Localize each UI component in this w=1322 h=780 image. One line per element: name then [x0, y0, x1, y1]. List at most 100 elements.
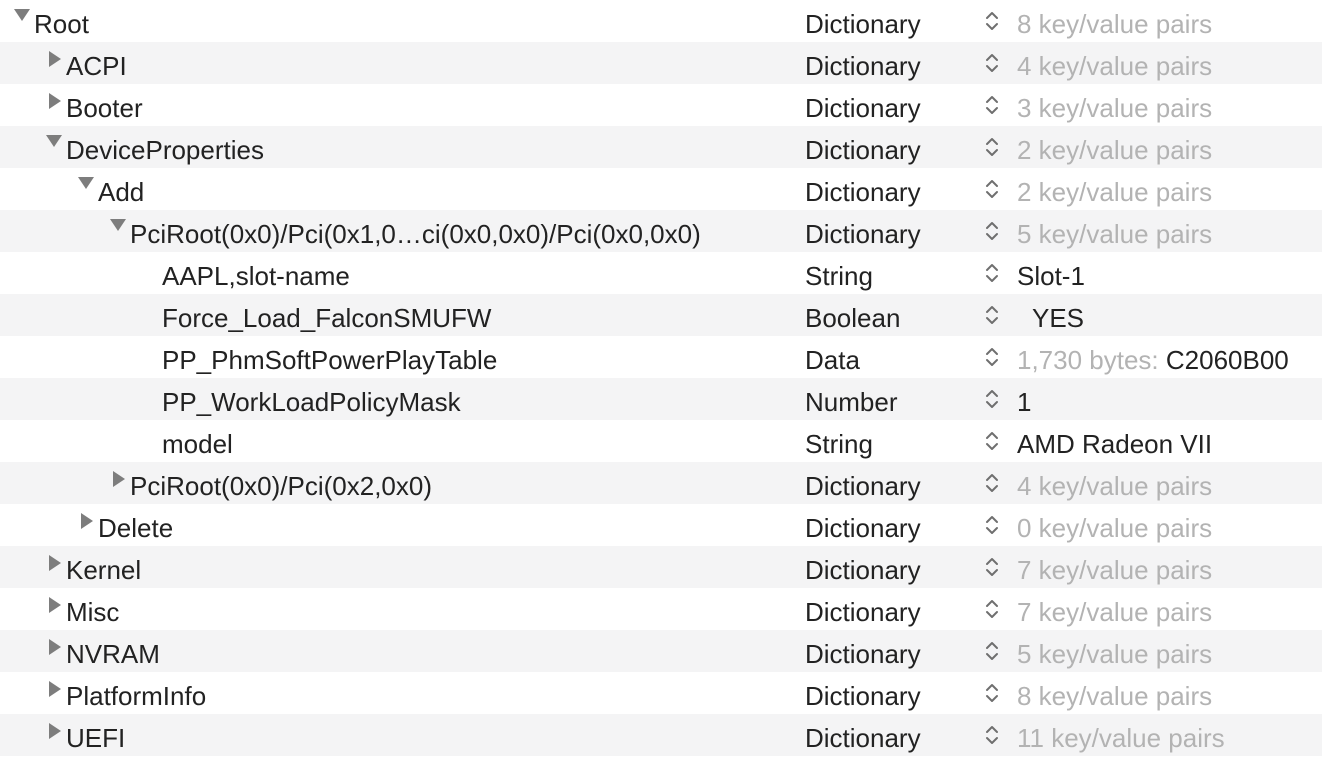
triangle-right-icon[interactable] [44, 723, 62, 747]
key-cell[interactable]: Add [76, 171, 144, 213]
triangle-down-icon[interactable] [12, 9, 30, 33]
type-cell[interactable]: Dictionary [805, 3, 921, 45]
key-cell[interactable]: Misc [44, 591, 119, 633]
plist-row[interactable]: PciRoot(0x0)/Pci(0x1,0…ci(0x0,0x0)/Pci(0… [0, 210, 1322, 252]
value-cell[interactable]: 1 [1017, 381, 1031, 423]
key-cell[interactable]: Kernel [44, 549, 141, 591]
key-cell[interactable]: PciRoot(0x0)/Pci(0x1,0…ci(0x0,0x0)/Pci(0… [108, 213, 701, 255]
plist-row[interactable]: Delete Dictionary 0 key/value pairs [0, 504, 1322, 546]
type-cell[interactable]: Dictionary [805, 465, 921, 507]
up-down-chevron-icon[interactable] [984, 723, 1000, 747]
triangle-down-icon[interactable] [76, 177, 94, 201]
type-cell[interactable]: Data [805, 339, 860, 381]
triangle-right-icon[interactable] [108, 471, 126, 495]
key-cell[interactable]: PP_WorkLoadPolicyMask [162, 381, 461, 423]
up-down-chevron-icon[interactable] [984, 429, 1000, 453]
value-cell[interactable]: 11 key/value pairs [1017, 717, 1225, 759]
up-down-chevron-icon[interactable] [984, 597, 1000, 621]
key-cell[interactable]: PlatformInfo [44, 675, 206, 717]
plist-row[interactable]: Misc Dictionary 7 key/value pairs [0, 588, 1322, 630]
key-cell[interactable]: ACPI [44, 45, 127, 87]
plist-row[interactable]: PP_WorkLoadPolicyMask Number 1 [0, 378, 1322, 420]
plist-row[interactable]: AAPL,slot-name String Slot-1 [0, 252, 1322, 294]
value-cell[interactable]: 4 key/value pairs [1017, 465, 1212, 507]
value-cell[interactable]: Slot-1 [1017, 255, 1085, 297]
up-down-chevron-icon[interactable] [984, 219, 1000, 243]
value-cell[interactable]: 3 key/value pairs [1017, 87, 1212, 129]
plist-row[interactable]: Force_Load_FalconSMUFW Boolean YES [0, 294, 1322, 336]
plist-row[interactable]: PlatformInfo Dictionary 8 key/value pairs [0, 672, 1322, 714]
value-cell[interactable]: 7 key/value pairs [1017, 591, 1212, 633]
triangle-right-icon[interactable] [44, 51, 62, 75]
value-cell[interactable]: 2 key/value pairs [1017, 129, 1212, 171]
plist-row[interactable]: Add Dictionary 2 key/value pairs [0, 168, 1322, 210]
type-cell[interactable]: Dictionary [805, 171, 921, 213]
value-cell[interactable]: 4 key/value pairs [1017, 45, 1212, 87]
plist-row[interactable]: Booter Dictionary 3 key/value pairs [0, 84, 1322, 126]
type-cell[interactable]: Number [805, 381, 897, 423]
value-cell[interactable]: 1,730 bytes: C2060B00 [1017, 339, 1289, 381]
type-cell[interactable]: Boolean [805, 297, 900, 339]
triangle-down-icon[interactable] [44, 135, 62, 159]
triangle-right-icon[interactable] [44, 639, 62, 663]
up-down-chevron-icon[interactable] [984, 681, 1000, 705]
triangle-right-icon[interactable] [44, 597, 62, 621]
triangle-right-icon[interactable] [44, 555, 62, 579]
type-cell[interactable]: Dictionary [805, 87, 921, 129]
value-cell[interactable]: 5 key/value pairs [1017, 633, 1212, 675]
up-down-chevron-icon[interactable] [984, 345, 1000, 369]
up-down-chevron-icon[interactable] [984, 303, 1000, 327]
type-cell[interactable]: Dictionary [805, 549, 921, 591]
key-cell[interactable]: Force_Load_FalconSMUFW [162, 297, 491, 339]
triangle-right-icon[interactable] [44, 681, 62, 705]
plist-row[interactable]: model String AMD Radeon VII [0, 420, 1322, 462]
type-cell[interactable]: Dictionary [805, 633, 921, 675]
plist-row[interactable]: PciRoot(0x0)/Pci(0x2,0x0) Dictionary 4 key… [0, 462, 1322, 504]
triangle-down-icon[interactable] [108, 219, 126, 243]
plist-row[interactable]: ACPI Dictionary 4 key/value pairs [0, 42, 1322, 84]
value-cell[interactable]: 5 key/value pairs [1017, 213, 1212, 255]
type-cell[interactable]: Dictionary [805, 591, 921, 633]
type-cell[interactable]: String [805, 423, 873, 465]
type-cell[interactable]: Dictionary [805, 213, 921, 255]
value-cell[interactable]: 8 key/value pairs [1017, 675, 1212, 717]
up-down-chevron-icon[interactable] [984, 177, 1000, 201]
plist-row[interactable]: Root Dictionary 8 key/value pairs [0, 0, 1322, 42]
key-cell[interactable]: UEFI [44, 717, 125, 759]
type-cell[interactable]: Dictionary [805, 507, 921, 549]
value-cell[interactable]: 8 key/value pairs [1017, 3, 1212, 45]
type-cell[interactable]: Dictionary [805, 717, 921, 759]
value-cell[interactable]: 2 key/value pairs [1017, 171, 1212, 213]
up-down-chevron-icon[interactable] [984, 639, 1000, 663]
plist-row[interactable]: PP_PhmSoftPowerPlayTable Data 1,730 bytes:… [0, 336, 1322, 378]
up-down-chevron-icon[interactable] [984, 471, 1000, 495]
up-down-chevron-icon[interactable] [984, 261, 1000, 285]
type-cell[interactable]: String [805, 255, 873, 297]
key-cell[interactable]: NVRAM [44, 633, 160, 675]
key-cell[interactable]: AAPL,slot-name [162, 255, 350, 297]
up-down-chevron-icon[interactable] [984, 135, 1000, 159]
value-cell[interactable]: AMD Radeon VII [1017, 423, 1212, 465]
up-down-chevron-icon[interactable] [984, 9, 1000, 33]
triangle-right-icon[interactable] [76, 513, 94, 537]
plist-row[interactable]: Kernel Dictionary 7 key/value pairs [0, 546, 1322, 588]
key-cell[interactable]: Root [12, 3, 89, 45]
key-cell[interactable]: PciRoot(0x0)/Pci(0x2,0x0) [108, 465, 432, 507]
up-down-chevron-icon[interactable] [984, 93, 1000, 117]
value-cell[interactable]: YES [1032, 297, 1084, 339]
plist-row[interactable]: NVRAM Dictionary 5 key/value pairs [0, 630, 1322, 672]
up-down-chevron-icon[interactable] [984, 387, 1000, 411]
triangle-right-icon[interactable] [44, 93, 62, 117]
plist-row[interactable]: UEFI Dictionary 11 key/value pairs [0, 714, 1322, 756]
key-cell[interactable]: Delete [76, 507, 173, 549]
value-cell[interactable]: 7 key/value pairs [1017, 549, 1212, 591]
key-cell[interactable]: Booter [44, 87, 143, 129]
type-cell[interactable]: Dictionary [805, 675, 921, 717]
key-cell[interactable]: PP_PhmSoftPowerPlayTable [162, 339, 497, 381]
type-cell[interactable]: Dictionary [805, 45, 921, 87]
up-down-chevron-icon[interactable] [984, 555, 1000, 579]
up-down-chevron-icon[interactable] [984, 51, 1000, 75]
value-cell[interactable]: 0 key/value pairs [1017, 507, 1212, 549]
key-cell[interactable]: model [162, 423, 233, 465]
type-cell[interactable]: Dictionary [805, 129, 921, 171]
